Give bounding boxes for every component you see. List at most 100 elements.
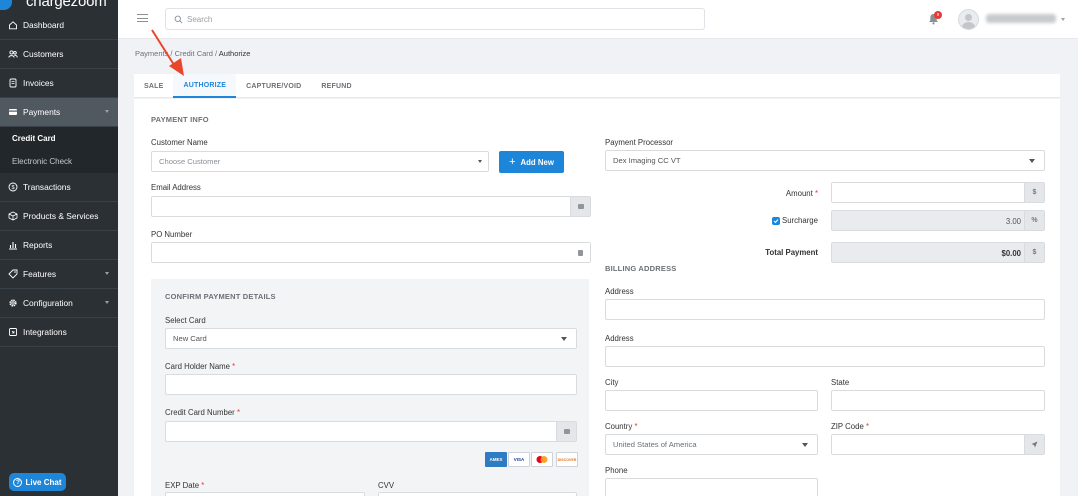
card-number-field[interactable] <box>165 421 577 442</box>
dollar-addon: $ <box>1024 183 1044 202</box>
dollar-icon: $ <box>8 182 18 192</box>
billing-address-title: BILLING ADDRESS <box>605 264 677 273</box>
card-holder-field[interactable] <box>165 374 577 395</box>
country-dropdown[interactable]: United States of America <box>605 434 818 455</box>
search-icon <box>174 15 183 23</box>
email-label: Email Address <box>151 183 201 192</box>
zip-field[interactable] <box>831 434 1045 455</box>
mastercard-logo <box>531 452 553 467</box>
chevron-down-icon <box>1029 159 1035 163</box>
add-new-customer-button[interactable]: + Add New <box>499 151 564 173</box>
phone-input[interactable] <box>606 479 817 496</box>
state-field[interactable] <box>831 390 1045 411</box>
payment-processor-dropdown[interactable]: Dex Imaging CC VT <box>605 150 1045 171</box>
exp-date-field[interactable] <box>165 492 365 496</box>
menu-icon[interactable] <box>137 14 148 25</box>
zip-input[interactable] <box>832 435 1044 454</box>
question-icon: ? <box>13 477 23 487</box>
payment-processor-value: Dex Imaging CC VT <box>613 156 681 165</box>
card-number-label-text: Credit Card Number <box>165 408 235 417</box>
sidebar-item-label: Reports <box>23 240 53 250</box>
sidebar-item-label: Integrations <box>23 327 67 337</box>
users-icon <box>8 49 18 59</box>
logo-mark <box>0 0 12 10</box>
card-number-input[interactable] <box>166 422 576 441</box>
avatar[interactable] <box>958 9 979 30</box>
po-number-field[interactable] <box>151 242 591 263</box>
tab-capture-void[interactable]: CAPTURE/VOID <box>236 74 311 98</box>
surcharge-checkbox[interactable] <box>772 217 780 225</box>
app-logo[interactable]: chargezoom <box>0 0 118 11</box>
customer-name-label: Customer Name <box>151 138 208 147</box>
search-input[interactable] <box>187 14 667 24</box>
invoice-icon <box>8 78 18 88</box>
payment-processor-label: Payment Processor <box>605 138 674 147</box>
amount-field[interactable]: $ <box>831 182 1045 203</box>
cvv-field[interactable] <box>378 492 577 496</box>
address2-input[interactable] <box>606 347 1044 366</box>
gear-icon <box>8 298 18 308</box>
total-payment-field: $0.00 $ <box>831 242 1045 263</box>
total-payment-label: Total Payment <box>765 248 818 257</box>
sidebar-item-integrations[interactable]: Integrations <box>0 318 118 347</box>
live-chat-button[interactable]: ? Live Chat <box>9 473 66 491</box>
phone-field[interactable] <box>605 478 818 496</box>
logo-text: chargezoom <box>26 0 107 10</box>
sidebar-item-payments[interactable]: Payments <box>0 98 118 127</box>
amex-logo: AMEX <box>485 452 507 467</box>
tab-refund[interactable]: REFUND <box>311 74 361 98</box>
total-payment-value: $0.00 <box>1001 249 1021 258</box>
city-field[interactable] <box>605 390 818 411</box>
percent-addon: % <box>1024 211 1044 230</box>
top-bar: 9 <box>118 0 1078 39</box>
select-card-dropdown[interactable]: New Card <box>165 328 577 349</box>
mastercard-icon <box>536 456 548 463</box>
sidebar-item-customers[interactable]: Customers <box>0 40 118 69</box>
sidebar-item-products-services[interactable]: Products & Services <box>0 202 118 231</box>
sidebar-item-label: Features <box>23 269 57 279</box>
svg-text:$: $ <box>11 185 14 191</box>
location-arrow-icon[interactable] <box>1024 435 1044 454</box>
country-value: United States of America <box>613 440 697 449</box>
credit-card-icon <box>556 422 576 441</box>
card-holder-input[interactable] <box>166 375 576 394</box>
sidebar-item-reports[interactable]: Reports <box>0 231 118 260</box>
payment-tabs: SALE AUTHORIZE CAPTURE/VOID REFUND <box>134 74 1060 98</box>
sidebar-subitem-electronic-check[interactable]: Electronic Check <box>0 150 118 173</box>
breadcrumb-current: Authorize <box>218 49 251 58</box>
search-box[interactable] <box>165 8 705 30</box>
card-number-label: Credit Card Number * <box>165 408 240 417</box>
discover-logo: DISCOVER <box>556 452 578 467</box>
sidebar-item-transactions[interactable]: $ Transactions <box>0 173 118 202</box>
sidebar-subitem-credit-card[interactable]: Credit Card <box>0 127 118 150</box>
amount-input[interactable] <box>832 183 1044 202</box>
customer-select[interactable]: Choose Customer <box>151 151 489 172</box>
sidebar-item-features[interactable]: Features <box>0 260 118 289</box>
customer-placeholder: Choose Customer <box>159 157 221 166</box>
sidebar-item-configuration[interactable]: Configuration <box>0 289 118 318</box>
sidebar-item-dashboard[interactable]: Dashboard <box>0 11 118 40</box>
plug-icon <box>8 327 18 337</box>
email-input[interactable] <box>152 197 590 216</box>
address2-field[interactable] <box>605 346 1045 367</box>
username-blurred[interactable] <box>986 14 1056 23</box>
address1-field[interactable] <box>605 299 1045 320</box>
address1-input[interactable] <box>606 300 1044 319</box>
po-number-input[interactable] <box>152 243 590 262</box>
sidebar-item-label: Customers <box>23 49 64 59</box>
state-input[interactable] <box>832 391 1044 410</box>
required-marker: * <box>814 189 818 198</box>
surcharge-value: 3.00 <box>1005 217 1021 226</box>
required-marker: * <box>865 422 870 431</box>
sidebar-item-invoices[interactable]: Invoices <box>0 69 118 98</box>
chevron-down-icon <box>105 272 109 275</box>
sidebar-item-label: Invoices <box>23 78 54 88</box>
card-holder-label: Card Holder Name * <box>165 362 235 371</box>
card-icon <box>8 107 18 117</box>
sidebar-item-label: Payments <box>23 107 61 117</box>
city-input[interactable] <box>606 391 817 410</box>
chevron-down-icon[interactable] <box>1061 18 1065 21</box>
email-field[interactable] <box>151 196 591 217</box>
chevron-down-icon <box>105 110 109 113</box>
exp-date-label: EXP Date * <box>165 481 204 490</box>
